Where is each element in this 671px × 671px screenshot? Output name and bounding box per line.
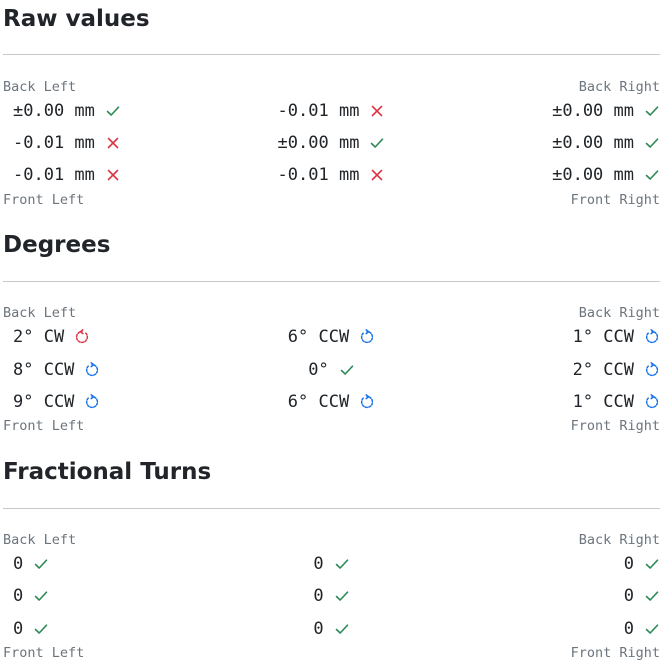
cell-value: ±0.00 mm	[277, 133, 360, 153]
rotate-ccw-icon	[644, 329, 660, 345]
check-icon	[644, 621, 660, 637]
corner-label-back-left: Back Left	[3, 79, 77, 95]
cell-value: 0	[623, 586, 634, 606]
table-cell: 0	[3, 584, 660, 608]
cell-value: 0	[313, 554, 324, 574]
corner-label-front-right: Front Right	[570, 192, 660, 208]
table-cell: 1° CCW	[573, 325, 660, 349]
check-icon	[339, 362, 355, 378]
table-row: 2° CW 6° CCW 1° CCW	[3, 325, 660, 349]
cell-value: ±0.00 mm	[552, 133, 634, 153]
section-raw-values: Raw values Back Left Back Right ±0.00 mm…	[3, 0, 660, 215]
corner-label-front-left: Front Left	[3, 418, 85, 434]
table-row: ±0.00 mm -0.01 mm ±0.00 mm	[3, 99, 660, 123]
cell-value: -0.01 mm	[277, 165, 360, 185]
cell-value: 2° CCW	[572, 360, 634, 380]
cell-value: 0	[313, 619, 324, 639]
divider	[3, 54, 660, 55]
section-title: Fractional Turns	[3, 459, 212, 485]
table-cell: 0	[624, 617, 660, 641]
corner-label-back-right: Back Right	[578, 305, 660, 321]
check-icon	[334, 588, 350, 604]
cross-icon	[369, 167, 385, 183]
table-row: 000	[3, 584, 660, 608]
table-cell: ±0.00 mm	[552, 131, 660, 155]
check-icon	[369, 135, 385, 151]
table-cell: 0°	[3, 358, 660, 382]
rotate-ccw-icon	[359, 394, 375, 410]
table-cell: 6° CCW	[3, 390, 660, 414]
cell-value: ±0.00 mm	[552, 165, 634, 185]
table-cell: 6° CCW	[3, 325, 660, 349]
rotate-ccw-icon	[359, 329, 375, 345]
check-icon	[644, 167, 660, 183]
cell-value: ±0.00 mm	[552, 101, 634, 121]
table-cell: 0	[624, 584, 660, 608]
table-cell: ±0.00 mm	[552, 99, 660, 123]
check-icon	[644, 556, 660, 572]
check-icon	[334, 621, 350, 637]
divider	[3, 281, 660, 282]
corner-label-front-left: Front Left	[3, 192, 85, 208]
cell-value: 0	[313, 586, 324, 606]
check-icon	[644, 135, 660, 151]
corner-label-back-right: Back Right	[578, 79, 660, 95]
corner-label-front-right: Front Right	[570, 418, 660, 434]
table-row: -0.01 mm ±0.00 mm ±0.00 mm	[3, 131, 660, 155]
table-cell: 0	[624, 552, 660, 576]
table-row: 8° CCW 0° 2° CCW	[3, 358, 660, 382]
section-title: Raw values	[3, 6, 150, 32]
check-icon	[644, 103, 660, 119]
corner-label-back-left: Back Left	[3, 532, 77, 548]
corner-label-front-left: Front Left	[3, 645, 85, 661]
table-cell: ±0.00 mm	[552, 163, 660, 187]
corner-label-back-right: Back Right	[578, 532, 660, 548]
cell-value: 1° CCW	[572, 327, 634, 347]
rotate-ccw-icon	[644, 394, 660, 410]
cell-value: 0°	[308, 360, 329, 380]
corner-label-front-right: Front Right	[570, 645, 660, 661]
cross-icon	[369, 103, 385, 119]
check-icon	[334, 556, 350, 572]
table-cell: 2° CCW	[573, 358, 660, 382]
table-cell: 0	[3, 617, 660, 641]
section-degrees: Degrees Back Left Back Right 2° CW 6° CCW…	[3, 226, 660, 441]
corner-label-back-left: Back Left	[3, 305, 77, 321]
cell-value: 1° CCW	[572, 392, 634, 412]
table-row: 000	[3, 617, 660, 641]
section-fractional-turns: Fractional Turns Back Left Back Right 0 0…	[3, 453, 660, 671]
cell-value: 6° CCW	[287, 327, 350, 347]
section-title: Degrees	[3, 232, 111, 258]
table-row: 000	[3, 552, 660, 576]
cell-value: -0.01 mm	[277, 101, 360, 121]
check-icon	[644, 588, 660, 604]
table-cell: 0	[3, 552, 660, 576]
table-row: 9° CCW 6° CCW 1° CCW	[3, 390, 660, 414]
rotate-ccw-icon	[644, 362, 660, 378]
table-row: -0.01 mm -0.01 mm ±0.00 mm	[3, 163, 660, 187]
table-cell: 1° CCW	[573, 390, 660, 414]
cell-value: 0	[623, 619, 634, 639]
cell-value: 6° CCW	[287, 392, 350, 412]
divider	[3, 508, 660, 509]
cell-value: 0	[623, 554, 634, 574]
